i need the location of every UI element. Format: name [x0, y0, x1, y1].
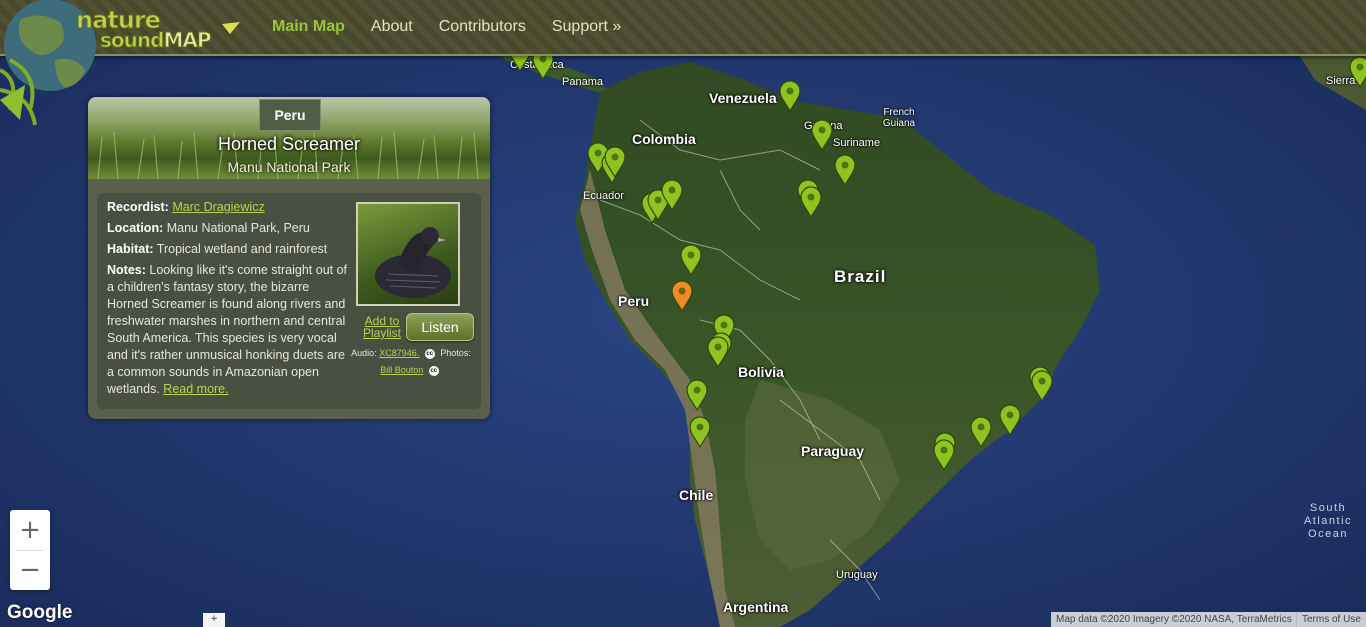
recording-marker[interactable]: [778, 80, 802, 113]
label-paraguay: Paraguay: [801, 443, 865, 459]
recording-marker[interactable]: [833, 154, 857, 187]
cc-icon[interactable]: cc: [428, 365, 439, 376]
label-brazil: Brazil: [834, 267, 887, 286]
recording-marker[interactable]: [706, 336, 730, 369]
map-pin-icon: [834, 154, 856, 187]
map-pin-icon: [707, 336, 729, 369]
read-more-link[interactable]: Read more.: [163, 382, 228, 396]
map-pin-icon: [671, 280, 693, 313]
site-name: Manu National Park: [227, 159, 351, 175]
terms-of-use-link[interactable]: Terms of Use: [1296, 612, 1366, 627]
label-uruguay: Uruguay: [836, 569, 878, 581]
recording-marker[interactable]: [810, 119, 834, 152]
recording-marker[interactable]: [688, 416, 712, 449]
map-pin-icon: [1031, 370, 1053, 403]
map-pin-icon: [800, 186, 822, 219]
recording-marker[interactable]: [679, 244, 703, 277]
recording-marker[interactable]: [685, 379, 709, 412]
species-photo[interactable]: [356, 202, 460, 306]
map-pin-icon: [933, 439, 955, 472]
selected-recording-marker[interactable]: [670, 280, 694, 313]
listen-button[interactable]: Listen: [406, 313, 474, 341]
cc-icon[interactable]: cc: [424, 348, 435, 359]
map-pin-icon: [779, 80, 801, 113]
recording-marker[interactable]: [799, 186, 823, 219]
label-south-atlantic-ocean: South Atlantic Ocean: [1303, 502, 1353, 540]
map-pin-icon: [661, 179, 683, 212]
photographer-link[interactable]: Bill Bouton: [380, 365, 423, 375]
recording-marker[interactable]: [1030, 370, 1054, 403]
zoom-out-button[interactable]: −: [10, 550, 50, 590]
media-credits: Audio: XC87946. cc Photos: Bill Bouton c…: [341, 345, 481, 379]
recording-marker[interactable]: [660, 179, 684, 212]
recordist-link[interactable]: Marc Dragiewicz: [172, 200, 264, 214]
notes-label: Notes:: [107, 263, 146, 277]
logo-text-soundmap: soundMAP: [99, 28, 211, 53]
map-pin-icon: [970, 416, 992, 449]
map-pin-icon: [604, 146, 626, 179]
recording-details: Recordist: Marc Dragiewicz Location: Man…: [107, 199, 349, 402]
keyboard-shortcuts-button[interactable]: +: [203, 613, 225, 627]
zoom-in-button[interactable]: +: [10, 510, 50, 550]
label-venezuela: Venezuela: [709, 90, 777, 106]
recording-marker[interactable]: [603, 146, 627, 179]
recording-marker[interactable]: [932, 439, 956, 472]
label-bolivia: Bolivia: [738, 364, 784, 380]
recording-marker[interactable]: [1348, 56, 1366, 89]
species-name: Horned Screamer: [217, 134, 361, 154]
label-peru: Peru: [618, 293, 650, 309]
recording-marker[interactable]: [998, 404, 1022, 437]
label-french-guiana: French Guiana: [882, 107, 916, 129]
bird-photo-image: [375, 227, 451, 298]
recordist-label: Recordist:: [107, 200, 169, 214]
zoom-control: + −: [10, 510, 50, 590]
add-to-playlist-link[interactable]: Add to Playlist: [359, 315, 405, 339]
main-nav: Main Map About Contributors Support »: [272, 0, 647, 54]
audio-label: Audio:: [351, 348, 377, 358]
location-label: Location:: [107, 221, 164, 235]
nav-contributors[interactable]: Contributors: [439, 18, 526, 36]
label-argentina: Argentina: [723, 599, 789, 615]
location-value: Manu National Park, Peru: [166, 221, 310, 235]
map-pin-icon: [1349, 56, 1366, 89]
label-panama: Panama: [562, 76, 603, 88]
label-ecuador: Ecuador: [583, 190, 624, 202]
map-pin-icon: [686, 379, 708, 412]
map-pin-icon: [999, 404, 1021, 437]
notes-text: Looking like it's come straight out of a…: [107, 263, 348, 396]
label-chile: Chile: [679, 487, 714, 503]
map-pin-icon: [689, 416, 711, 449]
habitat-value: Tropical wetland and rainforest: [156, 242, 328, 256]
label-colombia: Colombia: [632, 131, 696, 147]
google-logo[interactable]: Google: [7, 602, 72, 624]
country-tab[interactable]: Peru: [259, 99, 321, 131]
map-attribution: Map data ©2020 Imagery ©2020 NASA, Terra…: [1051, 612, 1297, 627]
panel-header: Peru Horned Screamer Manu National Park: [88, 97, 490, 179]
nav-about[interactable]: About: [371, 18, 413, 36]
map-pin-icon: [680, 244, 702, 277]
habitat-label: Habitat:: [107, 242, 154, 256]
label-suriname: Suriname: [833, 137, 881, 149]
photos-label: Photos:: [440, 348, 471, 358]
panel-body: Recordist: Marc Dragiewicz Location: Man…: [97, 193, 481, 409]
map-pin-icon: [811, 119, 833, 152]
recording-marker[interactable]: [969, 416, 993, 449]
audio-source-link[interactable]: XC87946.: [379, 348, 419, 358]
recording-info-panel: Peru Horned Screamer Manu National Park …: [88, 97, 490, 419]
nav-support[interactable]: Support »: [552, 18, 621, 36]
nav-main-map[interactable]: Main Map: [272, 18, 345, 36]
